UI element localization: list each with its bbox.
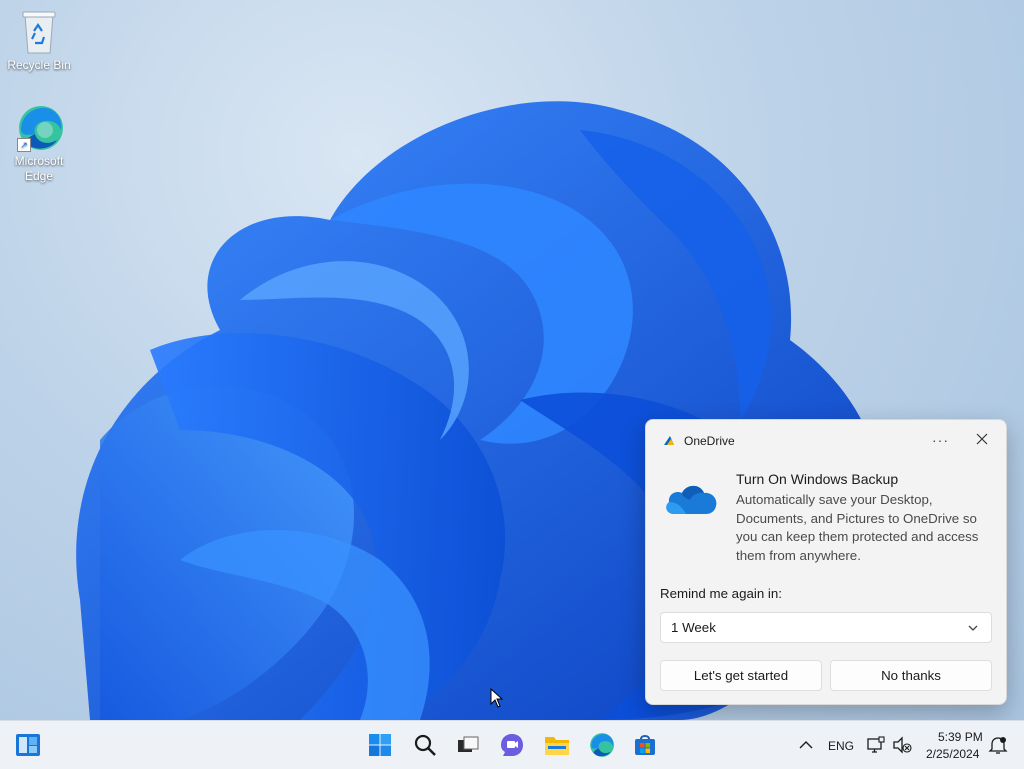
edge-icon[interactable] — [587, 731, 615, 759]
taskbar: ENG 5:39 PM 2/25/2024 — [0, 720, 1024, 769]
onedrive-cloud-icon — [662, 478, 720, 523]
desktop: Recycle Bin ↗ Microsoft Edge OneDrive ··… — [0, 0, 1024, 720]
onedrive-notification-toast: OneDrive ··· Turn On Windows Backup Auto… — [645, 419, 1007, 705]
onedrive-small-icon — [664, 436, 674, 445]
desktop-icon-label: Microsoft Edge — [14, 154, 64, 183]
clock-date[interactable]: 2/25/2024 — [926, 747, 979, 761]
clock-time[interactable]: 5:39 PM — [938, 730, 983, 744]
edge-icon: ↗ — [15, 104, 63, 152]
recycle-bin-icon — [15, 8, 63, 56]
desktop-icon-recycle-bin[interactable]: Recycle Bin — [3, 8, 75, 73]
widgets-icon[interactable] — [14, 731, 42, 759]
remind-label: Remind me again in: — [660, 586, 782, 601]
toast-header: OneDrive — [662, 434, 735, 448]
chat-icon[interactable] — [498, 731, 526, 759]
lets-get-started-button[interactable]: Let's get started — [660, 660, 822, 691]
remind-dropdown[interactable]: 1 Week — [660, 612, 992, 643]
notification-bell-icon[interactable] — [984, 731, 1012, 759]
desktop-icon-edge[interactable]: ↗ Microsoft Edge — [3, 104, 75, 184]
remind-dropdown-value: 1 Week — [671, 620, 716, 635]
mouse-cursor-icon — [490, 688, 504, 708]
toast-body: Automatically save your Desktop, Documen… — [736, 492, 979, 563]
shortcut-arrow-icon: ↗ — [17, 138, 31, 152]
no-thanks-button[interactable]: No thanks — [830, 660, 992, 691]
file-explorer-icon[interactable] — [543, 731, 571, 759]
show-hidden-icons-chevron-up-icon[interactable] — [792, 731, 820, 759]
close-icon[interactable] — [974, 431, 990, 447]
toast-title: Turn On Windows Backup — [736, 471, 899, 487]
store-icon[interactable] — [631, 731, 659, 759]
task-view-icon[interactable] — [454, 731, 482, 759]
network-icon[interactable] — [862, 731, 890, 759]
toast-app-name: OneDrive — [684, 434, 735, 448]
desktop-icon-label: Recycle Bin — [7, 58, 71, 72]
search-icon[interactable] — [411, 731, 439, 759]
volume-muted-icon[interactable] — [888, 731, 916, 759]
chevron-down-icon — [968, 625, 978, 631]
language-indicator[interactable]: ENG — [828, 739, 854, 753]
more-options-icon[interactable]: ··· — [932, 432, 949, 448]
start-icon[interactable] — [366, 731, 394, 759]
